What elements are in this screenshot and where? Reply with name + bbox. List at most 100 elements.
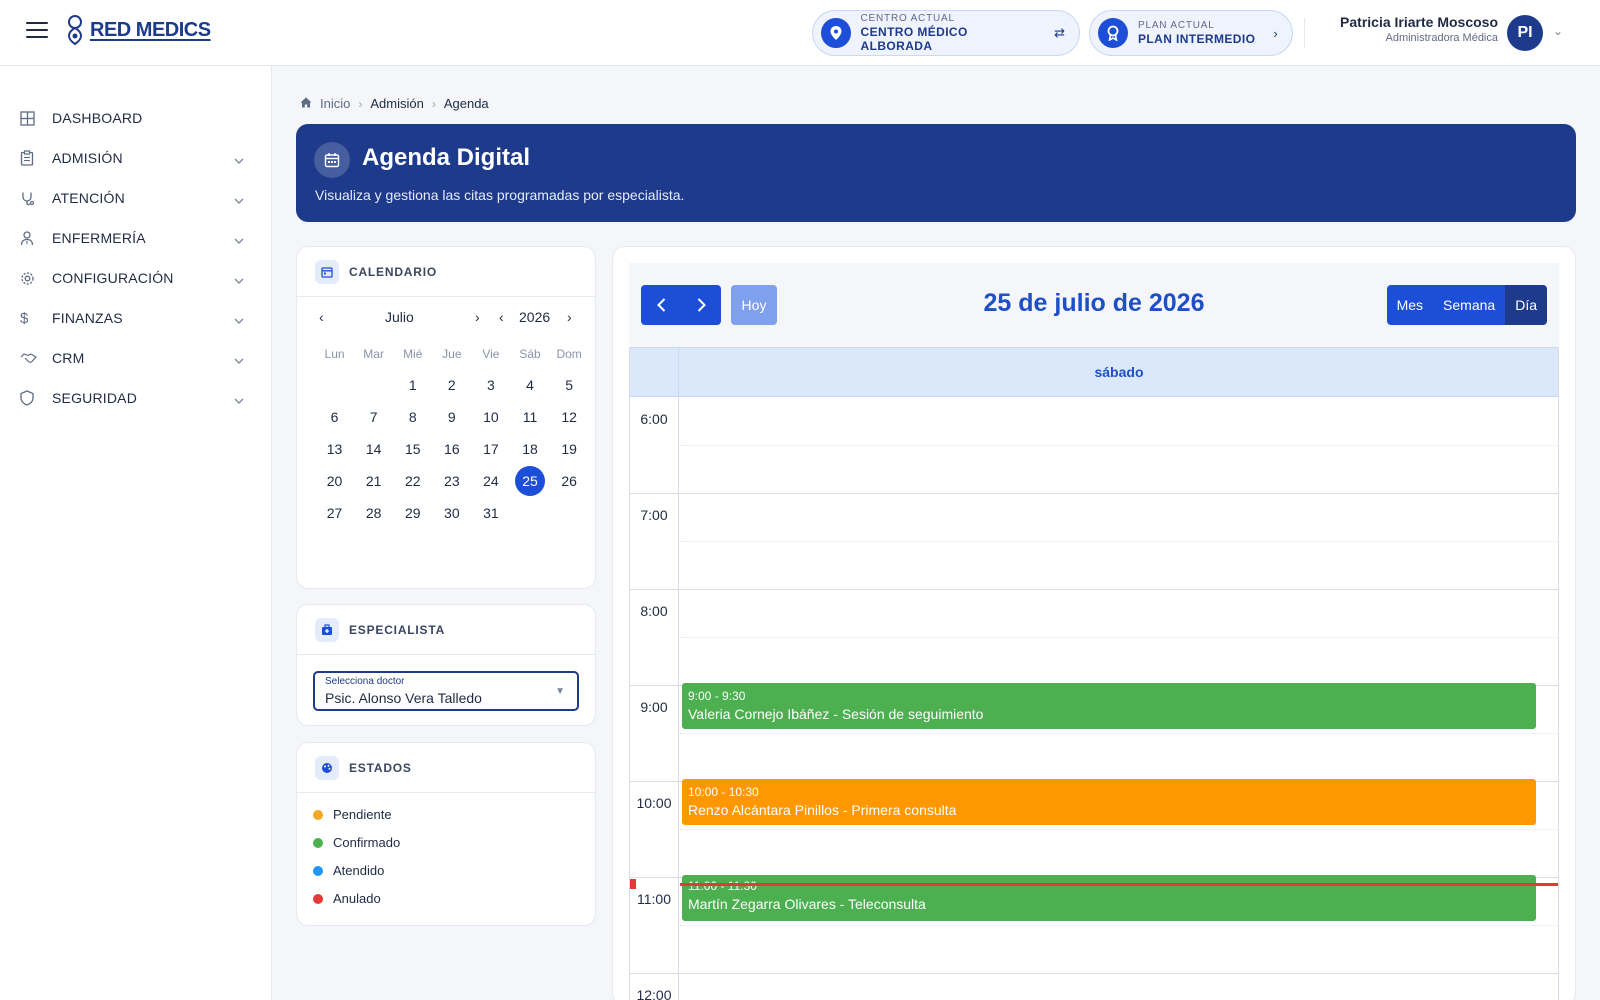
legend-item-anulado: Anulado [313,891,381,906]
current-plan-button[interactable]: PLAN ACTUAL PLAN INTERMEDIO › [1089,10,1293,56]
breadcrumb-home-link[interactable]: Inicio [320,96,350,111]
calendar-day[interactable]: 16 [432,441,471,457]
chevron-right-icon [697,298,706,312]
chevron-right-icon: › [358,96,363,111]
view-day-button[interactable]: Día [1505,285,1547,325]
calendar-day-number: 23 [444,473,460,489]
user-info[interactable]: Patricia Iriarte Moscoso Administradora … [1330,14,1498,44]
calendar-day[interactable]: 29 [393,505,432,521]
half-hour-line [680,829,1558,830]
hour-label: 6:00 [640,411,668,427]
calendar-day[interactable]: 21 [354,473,393,489]
calendar-day-number: 19 [561,441,577,457]
chevron-right-icon: › [1273,25,1278,41]
calendar-day[interactable]: 8 [393,409,432,425]
calendar-day[interactable]: 25 [510,466,549,496]
sidebar-item-dashboard[interactable]: DASHBOARD [20,102,250,134]
sidebar-item-admision[interactable]: ADMISIÓN [20,142,250,174]
current-center-switcher[interactable]: CENTRO ACTUAL CENTRO MÉDICO ALBORADA ⇄ [812,10,1080,56]
time-gutter-header [630,348,679,398]
weekday-label: Mar [363,347,384,361]
calendar-day[interactable]: 17 [471,441,510,457]
hour-line [630,973,1558,974]
weekday-row: Lun Mar Mié Jue Vie Sáb Dom [315,343,589,365]
doctor-select[interactable]: Selecciona doctor Psic. Alonso Vera Tall… [313,671,579,711]
sidebar-item-finanzas[interactable]: $ FINANZAS [20,302,250,334]
calendar-day[interactable]: 24 [471,473,510,489]
status-dot [313,893,323,904]
sidebar-item-atencion[interactable]: ATENCIÓN [20,182,250,214]
weekday-label: Mié [403,347,423,361]
calendar-day[interactable]: 1 [393,377,432,393]
calendar-day-number: 3 [487,377,495,393]
sidebar-item-seguridad[interactable]: SEGURIDAD [20,382,250,414]
calendar-day[interactable]: 22 [393,473,432,489]
calendar-day-number: 29 [404,505,421,521]
prev-year-button[interactable]: ‹ [499,309,504,325]
next-month-button[interactable]: › [475,309,480,325]
sidebar-item-enfermeria[interactable]: ENFERMERÍA [20,222,250,254]
specialist-header: ESPECIALISTA [297,605,595,655]
calendar-day[interactable]: 23 [432,473,471,489]
calendar-day[interactable]: 2 [432,377,471,393]
sidebar-item-label: DASHBOARD [52,110,143,126]
user-role: Administradora Médica [1385,32,1499,44]
user-name: Patricia Iriarte Moscoso [1340,14,1498,30]
prev-month-button[interactable]: ‹ [319,309,324,325]
calendar-day[interactable]: 15 [393,441,432,457]
calendar-day[interactable]: 5 [550,377,589,393]
half-hour-line [680,445,1558,446]
swap-arrows-icon: ⇄ [1054,25,1065,40]
weekday-label: Jue [442,347,462,361]
calendar-day[interactable]: 6 [315,409,354,425]
hour-label: 8:00 [640,603,668,619]
menu-icon[interactable] [26,22,48,40]
chevron-down-icon[interactable]: ⌄ [1553,24,1563,38]
chevron-down-icon [234,391,244,409]
month-label[interactable]: Julio [385,309,414,325]
appointment-event[interactable]: 10:00 - 10:30 Renzo Alcántara Pinillos -… [682,779,1536,825]
calendar-day[interactable]: 18 [510,441,549,457]
sidebar-item-crm[interactable]: CRM [20,342,250,374]
next-year-button[interactable]: › [567,309,572,325]
chevron-down-icon [234,231,244,249]
calendar-week-row: 20 21 22 23 24 25 26 [315,465,589,497]
sidebar-item-configuracion[interactable]: CONFIGURACIÓN [20,262,250,294]
breadcrumb-section-link[interactable]: Admisión [370,96,423,111]
calendar-day[interactable]: 26 [550,473,589,489]
calendar-day[interactable]: 3 [471,377,510,393]
calendar-day[interactable]: 12 [550,409,589,425]
view-month-button[interactable]: Mes [1386,285,1434,325]
appointment-event[interactable]: 11:00 - 11:30 Martín Zegarra Olivares - … [682,875,1536,921]
appointment-event[interactable]: 9:00 - 9:30 Valeria Cornejo Ibáñez - Ses… [682,683,1536,729]
doctor-select-label: Selecciona doctor [325,676,405,687]
weekday-label: Sáb [519,347,541,361]
today-button[interactable]: Hoy [731,285,777,325]
next-day-button[interactable] [681,285,721,325]
calendar-day[interactable]: 14 [354,441,393,457]
calendar-day[interactable]: 20 [315,473,354,489]
calendar-day[interactable]: 4 [510,377,549,393]
calendar-day-number: 14 [365,441,382,457]
calendar-day[interactable]: 9 [432,409,471,425]
prev-day-button[interactable] [641,285,681,325]
calendar-week-row: 13 14 15 16 17 18 19 [315,433,589,465]
calendar-day[interactable]: 19 [550,441,589,457]
legend-label: Anulado [333,891,381,906]
calendar-day[interactable]: 7 [354,409,393,425]
year-label[interactable]: 2026 [519,309,550,325]
calendar-day[interactable]: 10 [471,409,510,425]
calendar-day[interactable]: 28 [354,505,393,521]
calendar-day[interactable]: 11 [510,409,549,425]
calendar-day[interactable]: 30 [432,505,471,521]
calendar-day[interactable]: 13 [315,441,354,457]
calendar-day[interactable]: 27 [315,505,354,521]
hour-label: 12:00 [636,987,672,1000]
mini-calendar-header: CALENDARIO [297,247,595,297]
avatar[interactable]: PI [1507,15,1543,51]
calendar-day-number: 13 [326,441,343,457]
brand-logo[interactable]: RED MEDICS [64,14,211,46]
calendar-day[interactable]: 31 [471,505,510,521]
view-week-button[interactable]: Semana [1433,285,1506,325]
hour-label: 11:00 [637,891,671,907]
